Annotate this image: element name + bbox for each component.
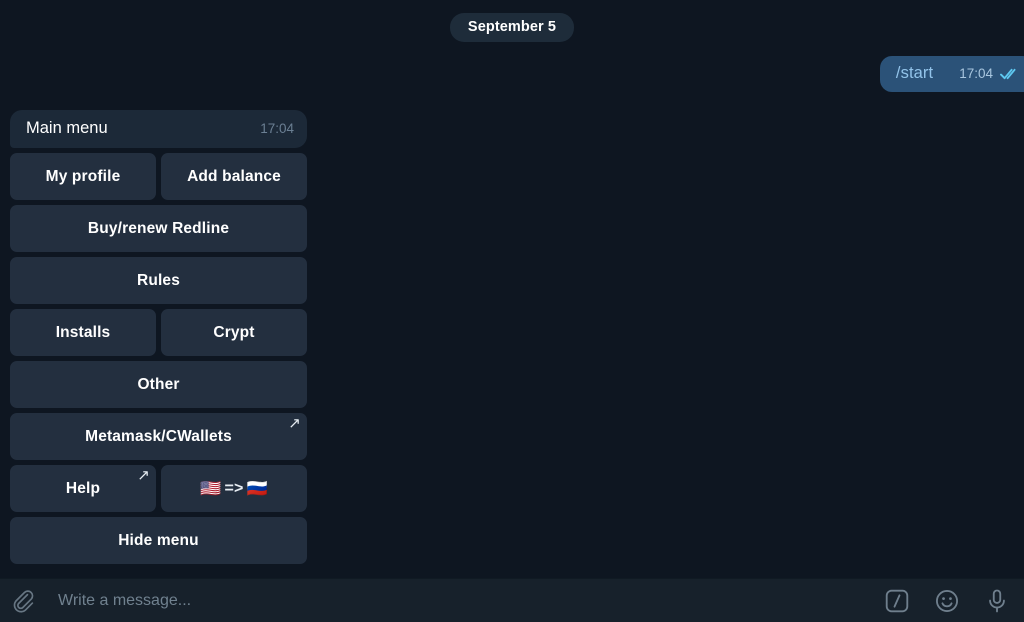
inline-keyboard-row: Installs Crypt (10, 309, 307, 356)
incoming-message-group: Main menu 17:04 My profile Add balance B… (10, 110, 307, 564)
smiley-icon[interactable] (934, 588, 960, 614)
microphone-icon[interactable] (984, 588, 1010, 614)
external-link-icon: ↗ (288, 415, 301, 432)
keyboard-button-add-balance[interactable]: Add balance (161, 153, 307, 200)
incoming-message-bubble[interactable]: Main menu 17:04 (10, 110, 307, 148)
keyboard-button-hide-menu[interactable]: Hide menu (10, 517, 307, 564)
language-arrow-label: => (224, 479, 244, 497)
flag-us-icon: 🇺🇸 (200, 478, 222, 498)
message-composer-bar (0, 578, 1024, 622)
inline-keyboard-row: Metamask/CWallets ↗ (10, 413, 307, 460)
chat-message-area[interactable]: September 5 /start 17:04 Main menu 17:04 (0, 0, 1024, 578)
keyboard-button-label: Rules (137, 271, 180, 289)
keyboard-button-my-profile[interactable]: My profile (10, 153, 156, 200)
inline-keyboard-row: Buy/renew Redline (10, 205, 307, 252)
message-input[interactable] (58, 591, 872, 610)
date-separator-row: September 5 (0, 0, 1024, 42)
inline-keyboard: My profile Add balance Buy/renew Redline… (10, 153, 307, 564)
keyboard-button-label: Buy/renew Redline (87, 219, 230, 237)
inline-keyboard-row: Rules (10, 257, 307, 304)
double-check-icon (1000, 68, 1016, 79)
keyboard-button-other[interactable]: Other (10, 361, 307, 408)
outgoing-message-meta: 17:04 (959, 66, 1020, 81)
keyboard-button-metamask-cwallets[interactable]: Metamask/CWallets ↗ (10, 413, 307, 460)
keyboard-button-rules[interactable]: Rules (10, 257, 307, 304)
inline-keyboard-row: Other (10, 361, 307, 408)
keyboard-button-label: Other (137, 375, 180, 393)
keyboard-button-label: Help (65, 479, 101, 497)
telegram-chat-window: September 5 /start 17:04 Main menu 17:04 (0, 0, 1024, 622)
incoming-message-time: 17:04 (260, 121, 294, 136)
date-separator: September 5 (449, 13, 575, 42)
keyboard-button-label: Crypt (213, 323, 255, 341)
keyboard-button-label: Add balance (187, 167, 281, 185)
inline-keyboard-row: My profile Add balance (10, 153, 307, 200)
outgoing-message-time: 17:04 (959, 66, 993, 81)
inline-keyboard-row: Help ↗ 🇺🇸 => 🇷🇺 (10, 465, 307, 512)
keyboard-button-label: My profile (45, 167, 121, 185)
external-link-icon: ↗ (137, 467, 150, 484)
keyboard-button-crypt[interactable]: Crypt (161, 309, 307, 356)
keyboard-button-help[interactable]: Help ↗ (10, 465, 156, 512)
keyboard-button-label: Metamask/CWallets (85, 427, 232, 445)
inline-keyboard-row: Hide menu (10, 517, 307, 564)
outgoing-message-text[interactable]: /start (896, 64, 933, 83)
keyboard-button-label: Installs (55, 323, 111, 341)
incoming-message-text: Main menu (26, 119, 108, 137)
keyboard-button-language-switch[interactable]: 🇺🇸 => 🇷🇺 (161, 465, 307, 512)
paperclip-icon[interactable] (10, 588, 36, 614)
slash-command-icon[interactable] (884, 588, 910, 614)
outgoing-message-bubble[interactable]: /start 17:04 (879, 56, 1024, 92)
keyboard-button-buy-renew-redline[interactable]: Buy/renew Redline (10, 205, 307, 252)
composer-actions (884, 588, 1010, 614)
keyboard-button-label: Hide menu (118, 531, 199, 549)
outgoing-message-row: /start 17:04 (0, 56, 1024, 92)
keyboard-button-installs[interactable]: Installs (10, 309, 156, 356)
flag-ru-icon: 🇷🇺 (246, 478, 268, 498)
